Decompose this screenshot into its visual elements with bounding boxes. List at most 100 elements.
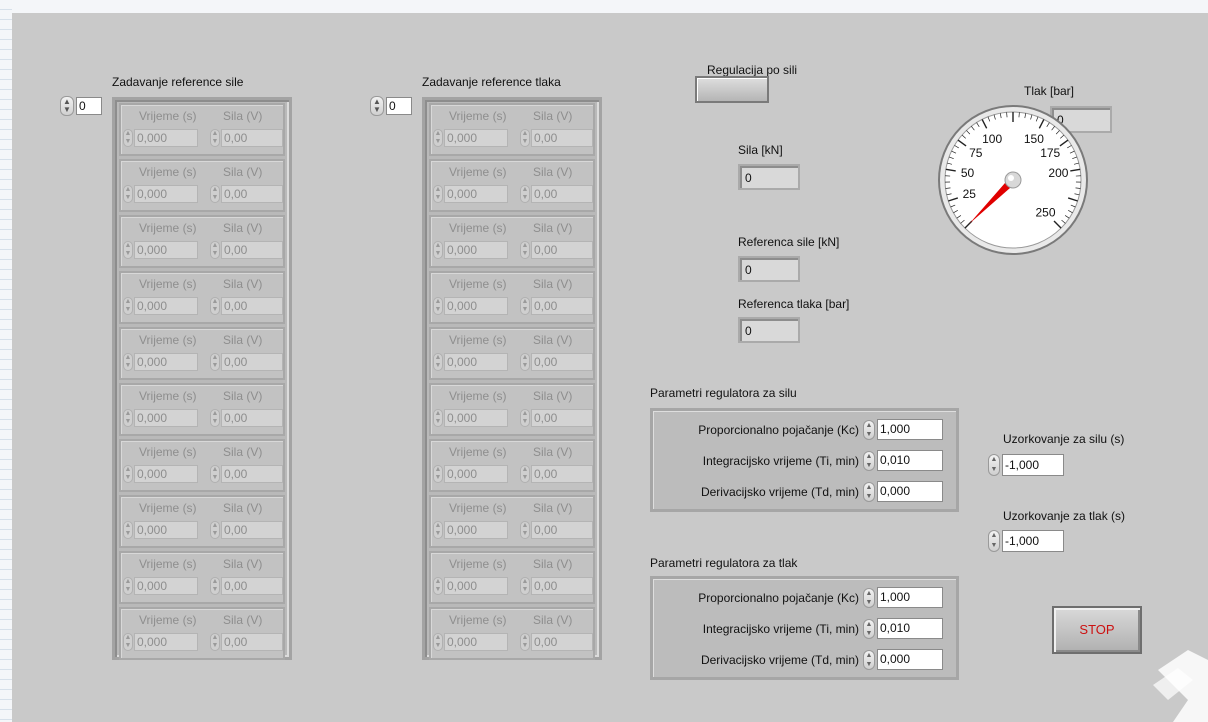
uzorkovanje-tlak-input[interactable]: -1,000 <box>1002 530 1064 552</box>
sila-spinner-icon[interactable]: ▲ ▼ <box>210 297 220 315</box>
pid-sila-kc-input[interactable]: 1,000 <box>877 419 943 440</box>
sila-input[interactable]: 0,00 <box>221 409 283 427</box>
vrijeme-spinner-icon[interactable]: ▲ ▼ <box>433 129 443 147</box>
vrijeme-spinner-icon[interactable]: ▲ ▼ <box>123 297 133 315</box>
sila-spinner-icon[interactable]: ▲ ▼ <box>210 409 220 427</box>
vrijeme-input[interactable]: 0,000 <box>134 409 198 427</box>
sila-input[interactable]: 0,00 <box>531 185 593 203</box>
stop-button[interactable]: STOP <box>1052 606 1142 654</box>
vrijeme-control[interactable]: ▲ ▼ 0,000 <box>433 409 508 427</box>
vrijeme-input[interactable]: 0,000 <box>444 297 508 315</box>
sila-control[interactable]: ▲ ▼ 0,00 <box>210 465 283 483</box>
pid-tlak-ti-input[interactable]: 0,010 <box>877 618 943 639</box>
sila-input[interactable]: 0,00 <box>221 577 283 595</box>
sila-control[interactable]: ▲ ▼ 0,00 <box>210 241 283 259</box>
sila-input[interactable]: 0,00 <box>221 297 283 315</box>
vrijeme-control[interactable]: ▲ ▼ 0,000 <box>123 353 198 371</box>
vrijeme-spinner-icon[interactable]: ▲ ▼ <box>433 633 443 651</box>
vrijeme-input[interactable]: 0,000 <box>134 633 198 651</box>
vrijeme-input[interactable]: 0,000 <box>134 577 198 595</box>
ti-spinner-icon[interactable]: ▲ ▼ <box>863 618 875 639</box>
vrijeme-input[interactable]: 0,000 <box>444 409 508 427</box>
vrijeme-control[interactable]: ▲ ▼ 0,000 <box>123 521 198 539</box>
vrijeme-control[interactable]: ▲ ▼ 0,000 <box>433 465 508 483</box>
pid-sila-td-input[interactable]: 0,000 <box>877 481 943 502</box>
vrijeme-spinner-icon[interactable]: ▲ ▼ <box>123 185 133 203</box>
sila-control[interactable]: ▲ ▼ 0,00 <box>210 577 283 595</box>
array-tlaka-index[interactable]: ▲ ▼ 0 <box>370 96 412 116</box>
vrijeme-spinner-icon[interactable]: ▲ ▼ <box>433 409 443 427</box>
sila-input[interactable]: 0,00 <box>531 409 593 427</box>
vrijeme-input[interactable]: 0,000 <box>134 129 198 147</box>
sila-input[interactable]: 0,00 <box>531 353 593 371</box>
vrijeme-control[interactable]: ▲ ▼ 0,000 <box>123 129 198 147</box>
sila-control[interactable]: ▲ ▼ 0,00 <box>210 129 283 147</box>
vrijeme-spinner-icon[interactable]: ▲ ▼ <box>123 353 133 371</box>
index-spinner-icon[interactable]: ▲ ▼ <box>60 96 74 116</box>
vrijeme-input[interactable]: 0,000 <box>134 353 198 371</box>
sila-control[interactable]: ▲ ▼ 0,00 <box>520 241 593 259</box>
vrijeme-control[interactable]: ▲ ▼ 0,000 <box>123 465 198 483</box>
sila-control[interactable]: ▲ ▼ 0,00 <box>210 633 283 651</box>
vrijeme-control[interactable]: ▲ ▼ 0,000 <box>123 577 198 595</box>
vrijeme-spinner-icon[interactable]: ▲ ▼ <box>123 633 133 651</box>
uzorkovanje-sila-control[interactable]: ▲ ▼ -1,000 <box>988 454 1064 476</box>
sila-control[interactable]: ▲ ▼ 0,00 <box>210 409 283 427</box>
vrijeme-spinner-icon[interactable]: ▲ ▼ <box>123 409 133 427</box>
vrijeme-spinner-icon[interactable]: ▲ ▼ <box>433 297 443 315</box>
sila-spinner-icon[interactable]: ▲ ▼ <box>520 129 530 147</box>
regulacija-po-sili-button[interactable] <box>695 76 769 103</box>
vrijeme-input[interactable]: 0,000 <box>444 129 508 147</box>
vrijeme-input[interactable]: 0,000 <box>444 521 508 539</box>
array-sile-index-value[interactable]: 0 <box>76 97 102 115</box>
uzorkovanje-sila-spinner-icon[interactable]: ▲ ▼ <box>988 454 1000 476</box>
sila-control[interactable]: ▲ ▼ 0,00 <box>520 409 593 427</box>
sila-spinner-icon[interactable]: ▲ ▼ <box>210 521 220 539</box>
vrijeme-input[interactable]: 0,000 <box>134 297 198 315</box>
uzorkovanje-tlak-control[interactable]: ▲ ▼ -1,000 <box>988 530 1064 552</box>
vrijeme-spinner-icon[interactable]: ▲ ▼ <box>433 241 443 259</box>
vrijeme-input[interactable]: 0,000 <box>134 241 198 259</box>
sila-spinner-icon[interactable]: ▲ ▼ <box>520 577 530 595</box>
vrijeme-control[interactable]: ▲ ▼ 0,000 <box>433 353 508 371</box>
sila-spinner-icon[interactable]: ▲ ▼ <box>210 129 220 147</box>
sila-input[interactable]: 0,00 <box>531 633 593 651</box>
sila-control[interactable]: ▲ ▼ 0,00 <box>210 297 283 315</box>
sila-input[interactable]: 0,00 <box>531 297 593 315</box>
vrijeme-control[interactable]: ▲ ▼ 0,000 <box>433 521 508 539</box>
sila-input[interactable]: 0,00 <box>221 465 283 483</box>
vrijeme-input[interactable]: 0,000 <box>444 465 508 483</box>
vrijeme-control[interactable]: ▲ ▼ 0,000 <box>123 409 198 427</box>
sila-spinner-icon[interactable]: ▲ ▼ <box>210 185 220 203</box>
sila-control[interactable]: ▲ ▼ 0,00 <box>520 297 593 315</box>
vrijeme-spinner-icon[interactable]: ▲ ▼ <box>123 577 133 595</box>
sila-spinner-icon[interactable]: ▲ ▼ <box>210 633 220 651</box>
pid-sila-ti-input[interactable]: 0,010 <box>877 450 943 471</box>
vrijeme-control[interactable]: ▲ ▼ 0,000 <box>433 185 508 203</box>
td-spinner-icon[interactable]: ▲ ▼ <box>863 481 875 502</box>
pid-tlak-td-input[interactable]: 0,000 <box>877 649 943 670</box>
td-spinner-icon[interactable]: ▲ ▼ <box>863 649 875 670</box>
vrijeme-control[interactable]: ▲ ▼ 0,000 <box>123 633 198 651</box>
sila-input[interactable]: 0,00 <box>531 465 593 483</box>
sila-input[interactable]: 0,00 <box>221 185 283 203</box>
sila-control[interactable]: ▲ ▼ 0,00 <box>520 521 593 539</box>
kc-spinner-icon[interactable]: ▲ ▼ <box>863 587 875 608</box>
uzorkovanje-tlak-spinner-icon[interactable]: ▲ ▼ <box>988 530 1000 552</box>
vrijeme-spinner-icon[interactable]: ▲ ▼ <box>433 465 443 483</box>
ti-spinner-icon[interactable]: ▲ ▼ <box>863 450 875 471</box>
sila-input[interactable]: 0,00 <box>221 521 283 539</box>
sila-control[interactable]: ▲ ▼ 0,00 <box>520 129 593 147</box>
vrijeme-input[interactable]: 0,000 <box>134 521 198 539</box>
index-spinner-icon[interactable]: ▲ ▼ <box>370 96 384 116</box>
vrijeme-input[interactable]: 0,000 <box>444 185 508 203</box>
vrijeme-control[interactable]: ▲ ▼ 0,000 <box>123 241 198 259</box>
vrijeme-control[interactable]: ▲ ▼ 0,000 <box>433 297 508 315</box>
vrijeme-spinner-icon[interactable]: ▲ ▼ <box>123 521 133 539</box>
uzorkovanje-sila-input[interactable]: -1,000 <box>1002 454 1064 476</box>
sila-spinner-icon[interactable]: ▲ ▼ <box>210 241 220 259</box>
sila-spinner-icon[interactable]: ▲ ▼ <box>520 633 530 651</box>
sila-spinner-icon[interactable]: ▲ ▼ <box>520 297 530 315</box>
vrijeme-spinner-icon[interactable]: ▲ ▼ <box>433 353 443 371</box>
sila-spinner-icon[interactable]: ▲ ▼ <box>520 185 530 203</box>
